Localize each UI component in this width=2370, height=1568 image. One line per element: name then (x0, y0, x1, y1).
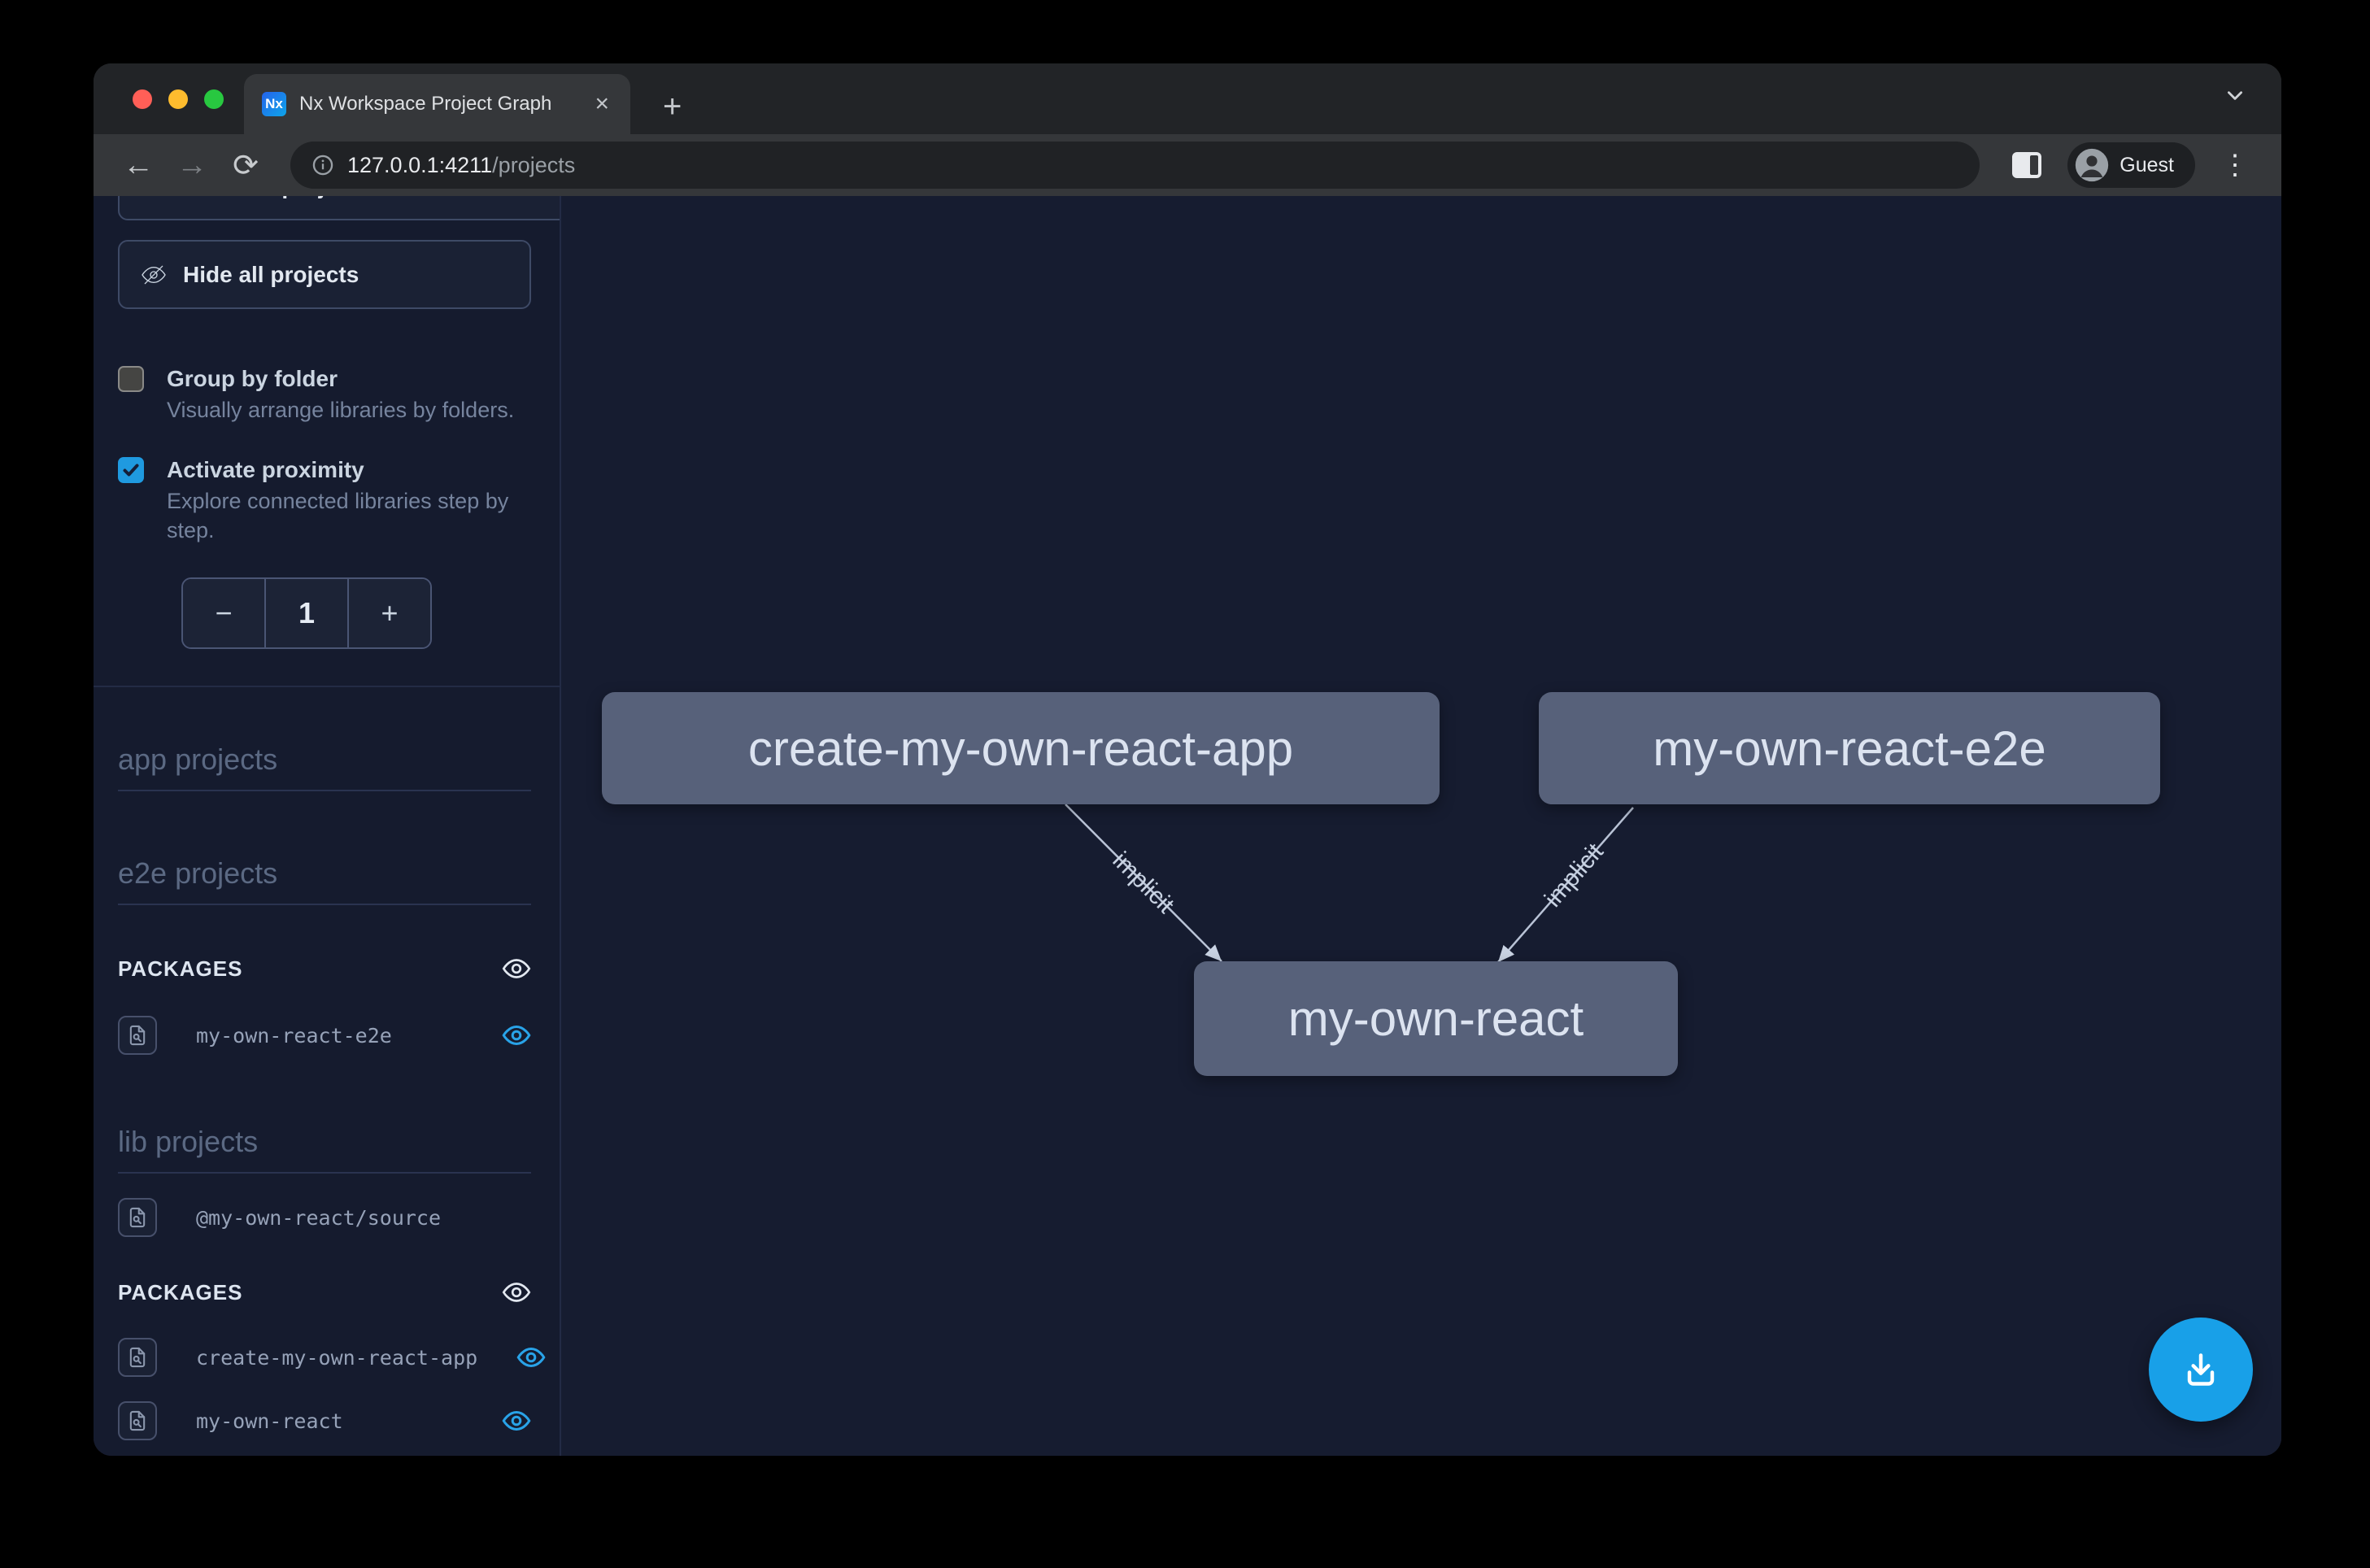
e2e-projects-heading: e2e projects (118, 856, 531, 905)
sidebar: Show all projects Hide all projects Grou… (94, 196, 561, 1456)
project-row-my-own-react-source: @my-own-react/source (118, 1198, 531, 1237)
decrement-button[interactable]: − (183, 579, 264, 647)
sidebar-divider (94, 686, 560, 687)
packages-label: PACKAGES (118, 956, 242, 982)
browser-menu-icon[interactable]: ⋮ (2210, 149, 2260, 181)
show-all-projects-button[interactable]: Show all projects (118, 196, 561, 220)
group-by-folder-checkbox[interactable] (118, 366, 144, 392)
edge-label-implicit: implicit (1540, 838, 1609, 912)
document-search-icon (126, 1346, 149, 1369)
chevron-down-icon[interactable] (2224, 85, 2246, 106)
toggle-visibility-eye-icon[interactable] (516, 1343, 546, 1372)
activate-proximity-option: Activate proximity Explore connected lib… (118, 454, 531, 545)
side-panel-icon[interactable] (2012, 152, 2041, 178)
group-by-folder-option: Group by folder Visually arrange librari… (118, 363, 531, 425)
project-graph-canvas[interactable]: implicit implicit create-my-own-react-ap… (561, 196, 2281, 1456)
project-name: create-my-own-react-app (196, 1346, 477, 1370)
group-by-folder-description: Visually arrange libraries by folders. (167, 395, 514, 425)
graph-edges: implicit implicit (561, 196, 2281, 1456)
browser-toolbar: ← → ⟳ 127.0.0.1:4211/projects Guest ⋮ (94, 134, 2281, 196)
page-content: Show all projects Hide all projects Grou… (94, 196, 2281, 1456)
project-row-create-my-own-react-app: create-my-own-react-app (118, 1338, 531, 1377)
site-info-icon[interactable] (311, 154, 334, 176)
document-search-icon (126, 1206, 149, 1229)
activate-proximity-checkbox[interactable] (118, 457, 144, 483)
toggle-visibility-eye-icon[interactable] (502, 1021, 531, 1050)
project-name: my-own-react (196, 1409, 343, 1433)
avatar (2074, 147, 2110, 183)
new-tab-button[interactable]: + (663, 90, 682, 123)
activate-proximity-label: Activate proximity (167, 454, 531, 486)
focus-project-button[interactable] (118, 1338, 157, 1377)
project-row-my-own-react: my-own-react (118, 1401, 531, 1440)
forward-button[interactable]: → (168, 148, 216, 183)
profile-label: Guest (2119, 154, 2174, 177)
url-bar[interactable]: 127.0.0.1:4211/projects (290, 142, 1980, 189)
e2e-packages-header: PACKAGES (118, 954, 531, 983)
url-text: 127.0.0.1:4211/projects (347, 153, 575, 178)
hide-all-projects-button[interactable]: Hide all projects (118, 240, 531, 309)
browser-tab[interactable]: Nx Nx Workspace Project Graph × (244, 74, 630, 134)
url-host: 127.0.0.1:4211 (347, 153, 492, 177)
edge-create-app-to-my-own-react (1065, 804, 1222, 961)
focus-project-button[interactable] (118, 1198, 157, 1237)
download-icon (2178, 1347, 2224, 1392)
increment-button[interactable]: + (347, 579, 430, 647)
browser-window: Nx Nx Workspace Project Graph × + ← → ⟳ … (94, 63, 2281, 1456)
hide-all-projects-label: Hide all projects (183, 262, 359, 288)
project-name: @my-own-react/source (196, 1206, 441, 1230)
activate-proximity-description: Explore connected libraries step by step… (167, 486, 531, 545)
reload-button[interactable]: ⟳ (222, 147, 269, 184)
minimize-window-button[interactable] (168, 89, 188, 109)
desktop-background: Nx Nx Workspace Project Graph × + ← → ⟳ … (0, 0, 2370, 1568)
project-row-my-own-react-e2e: my-own-react-e2e (118, 1016, 531, 1055)
lib-projects-heading: lib projects (118, 1125, 531, 1174)
close-window-button[interactable] (133, 89, 152, 109)
download-graph-button[interactable] (2149, 1318, 2253, 1422)
profile-button[interactable]: Guest (2067, 142, 2195, 188)
eye-icon (141, 196, 167, 199)
packages-label: PACKAGES (118, 1280, 242, 1305)
focus-project-button[interactable] (118, 1401, 157, 1440)
document-search-icon (126, 1024, 149, 1047)
toggle-visibility-eye-icon[interactable] (502, 1406, 531, 1435)
edge-e2e-to-my-own-react (1498, 808, 1633, 962)
url-path: /projects (492, 153, 575, 177)
zoom-window-button[interactable] (204, 89, 224, 109)
group-by-folder-label: Group by folder (167, 363, 514, 395)
graph-node-my-own-react-e2e[interactable]: my-own-react-e2e (1539, 692, 2160, 804)
proximity-depth-stepper: − 1 + (181, 577, 432, 649)
nx-favicon-icon: Nx (262, 92, 286, 116)
lib-packages-header: PACKAGES (118, 1278, 531, 1307)
stepper-value: 1 (264, 579, 347, 647)
eye-off-icon (141, 262, 167, 288)
document-search-icon (126, 1409, 149, 1432)
toggle-all-lib-packages-eye-icon[interactable] (502, 1278, 531, 1307)
back-button[interactable]: ← (115, 148, 162, 183)
focus-project-button[interactable] (118, 1016, 157, 1055)
tab-close-icon[interactable]: × (591, 92, 612, 116)
tab-title: Nx Workspace Project Graph (299, 93, 578, 115)
show-all-projects-label: Show all projects (183, 196, 370, 199)
traffic-lights (133, 89, 224, 109)
project-name: my-own-react-e2e (196, 1024, 392, 1048)
check-icon (121, 460, 141, 480)
app-projects-heading: app projects (118, 743, 531, 791)
edge-label-implicit: implicit (1108, 847, 1180, 919)
graph-node-my-own-react[interactable]: my-own-react (1194, 961, 1678, 1076)
graph-node-create-my-own-react-app[interactable]: create-my-own-react-app (602, 692, 1440, 804)
tab-strip: Nx Nx Workspace Project Graph × + (94, 63, 2281, 134)
toggle-all-e2e-packages-eye-icon[interactable] (502, 954, 531, 983)
